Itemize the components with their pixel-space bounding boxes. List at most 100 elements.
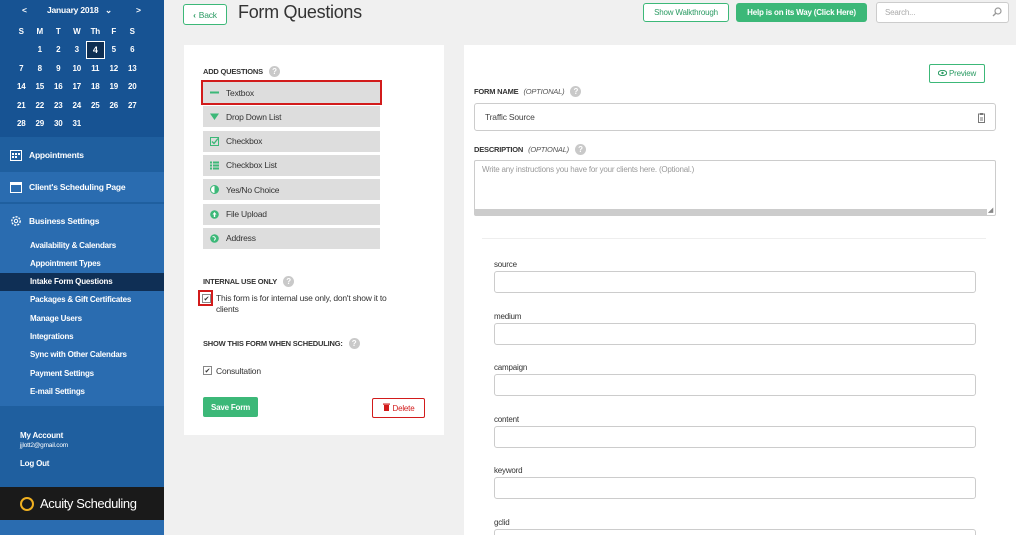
question-type-button[interactable]: Drop Down List [203,106,380,128]
calendar-day[interactable]: 21 [12,96,31,115]
calendar-day[interactable]: 24 [68,96,87,115]
window-icon [10,181,22,193]
question-type-button[interactable]: File Upload [203,203,380,225]
internal-use-checkbox[interactable]: ✔ [202,294,211,303]
calendar-day[interactable]: 14 [12,78,31,97]
sidebar-item-label: Business Settings [29,216,100,226]
show-walkthrough-button[interactable]: Show Walkthrough [643,3,729,22]
back-button[interactable]: ‹ Back [183,4,227,25]
textarea-scrollbar[interactable] [475,209,987,215]
calendar-day[interactable]: 27 [123,96,142,115]
calendar-day[interactable]: 9 [49,59,68,78]
form-settings-panel: ADD QUESTIONS ? Textbox Drop Down List Che… [184,45,444,435]
globe-icon [209,233,219,243]
calendar-day[interactable]: 22 [31,96,50,115]
calendar-day[interactable]: 29 [31,115,50,134]
sidebar-subitem[interactable]: Appointment Types [0,254,164,272]
calendar-day[interactable]: 19 [105,78,124,97]
question-type-button[interactable]: Yes/No Choice [203,179,380,201]
acuity-logo[interactable]: Acuity Scheduling [0,487,164,520]
calendar-prev-button[interactable]: < [22,5,27,15]
sidebar-subitem[interactable]: Intake Form Questions [0,272,164,291]
calendar-next-button[interactable]: > [136,5,141,15]
sidebar-subitem[interactable]: Integrations [0,328,164,346]
sidebar-item-appointments[interactable]: Appointments [0,145,164,165]
custom-field-label: medium [494,311,522,321]
question-type-label: Textbox [226,87,254,98]
help-icon[interactable]: ? [268,66,280,77]
chevron-down-icon[interactable]: ⌄ [105,5,112,16]
search-icon [992,7,1002,19]
sidebar-subitem[interactable]: Availability & Calendars [0,236,164,254]
delete-label: Delete [392,403,415,413]
calendar-day[interactable]: 7 [12,59,31,78]
calendar-day[interactable]: 28 [12,115,31,134]
calendar-day[interactable]: 17 [68,78,87,97]
calendar-day[interactable]: 11 [86,59,105,78]
question-type-button[interactable]: Checkbox [203,130,380,152]
my-account-link[interactable]: My Account [20,431,63,440]
calendar-day[interactable]: 23 [49,96,68,115]
form-name-input[interactable]: Traffic Source [474,103,996,131]
calendar-day[interactable]: 4 [86,40,105,59]
sidebar-subitem[interactable]: Payment Settings [0,364,164,382]
calendar-day[interactable]: 26 [105,96,124,115]
description-heading: DESCRIPTION (OPTIONAL) ? [474,144,586,155]
calendar-day[interactable]: 6 [123,41,142,60]
calendar-day[interactable]: 10 [68,59,87,78]
description-textarea[interactable]: Write any instructions you have for your… [474,160,996,216]
help-icon[interactable]: ? [348,338,360,349]
question-type-button[interactable]: Checkbox List [203,154,380,176]
custom-field-input[interactable] [494,271,976,293]
calendar-month-label[interactable]: January 2018 [47,5,99,15]
custom-field-input[interactable] [494,322,976,345]
consultation-checkbox[interactable]: ✔ [203,366,212,375]
question-type-button[interactable]: Textbox [201,80,382,105]
custom-field-input[interactable] [494,477,976,500]
calendar-day-header: F [111,26,117,36]
calendar-icon [10,149,22,161]
description-placeholder: Write any instructions you have for your… [482,165,695,174]
sidebar-bottom-strip [0,520,164,535]
question-type-button[interactable]: Address [203,227,380,249]
help-icon[interactable]: ? [283,276,295,287]
sidebar-item-client-scheduling-page[interactable]: Client's Scheduling Page [0,172,164,202]
calendar-day[interactable]: 8 [31,59,50,78]
calendar-day[interactable]: 13 [123,59,142,78]
sidebar-subitem[interactable]: Packages & Gift Certificates [0,291,164,309]
calendar-day[interactable]: 2 [49,41,68,60]
custom-field-input[interactable] [494,529,976,535]
calendar-day[interactable]: 5 [105,41,124,60]
delete-button[interactable]: Delete [372,398,425,418]
divider [482,238,986,239]
search-input[interactable]: Search... [876,2,1009,23]
calendar-day[interactable]: 31 [68,115,87,134]
upload-icon [209,209,219,219]
show-when-heading: SHOW THIS FORM WHEN SCHEDULING: ? [203,338,360,349]
help-button[interactable]: Help is on its Way (Click Here) [736,3,867,22]
sidebar-item-business-settings[interactable]: Business Settings [0,212,164,230]
calendar-day[interactable]: 1 [31,41,50,60]
sidebar-subitem[interactable]: E-mail Settings [0,382,164,400]
preview-button[interactable]: Preview [929,64,985,83]
help-icon[interactable]: ? [570,86,582,97]
optional-label: (OPTIONAL) [528,145,569,154]
calendar-day[interactable]: 20 [123,78,142,97]
custom-field-label: keyword [494,466,523,476]
calendar-day[interactable]: 16 [49,78,68,97]
calendar-empty-cell [105,115,124,134]
calendar-day[interactable]: 18 [86,78,105,97]
calendar-day[interactable]: 3 [68,41,87,60]
logout-link[interactable]: Log Out [20,459,49,468]
custom-field-input[interactable] [494,374,976,397]
custom-field-input[interactable] [494,425,976,448]
help-icon[interactable]: ? [574,144,586,155]
resize-handle-icon[interactable]: ◢ [988,206,993,214]
calendar-day[interactable]: 25 [86,96,105,115]
calendar-day[interactable]: 12 [105,59,124,78]
sidebar-subitem[interactable]: Manage Users [0,309,164,327]
save-form-button[interactable]: Save Form [203,397,258,417]
calendar-day[interactable]: 15 [31,78,50,97]
sidebar-subitem[interactable]: Sync with Other Calendars [0,346,164,364]
calendar-day[interactable]: 30 [49,115,68,134]
